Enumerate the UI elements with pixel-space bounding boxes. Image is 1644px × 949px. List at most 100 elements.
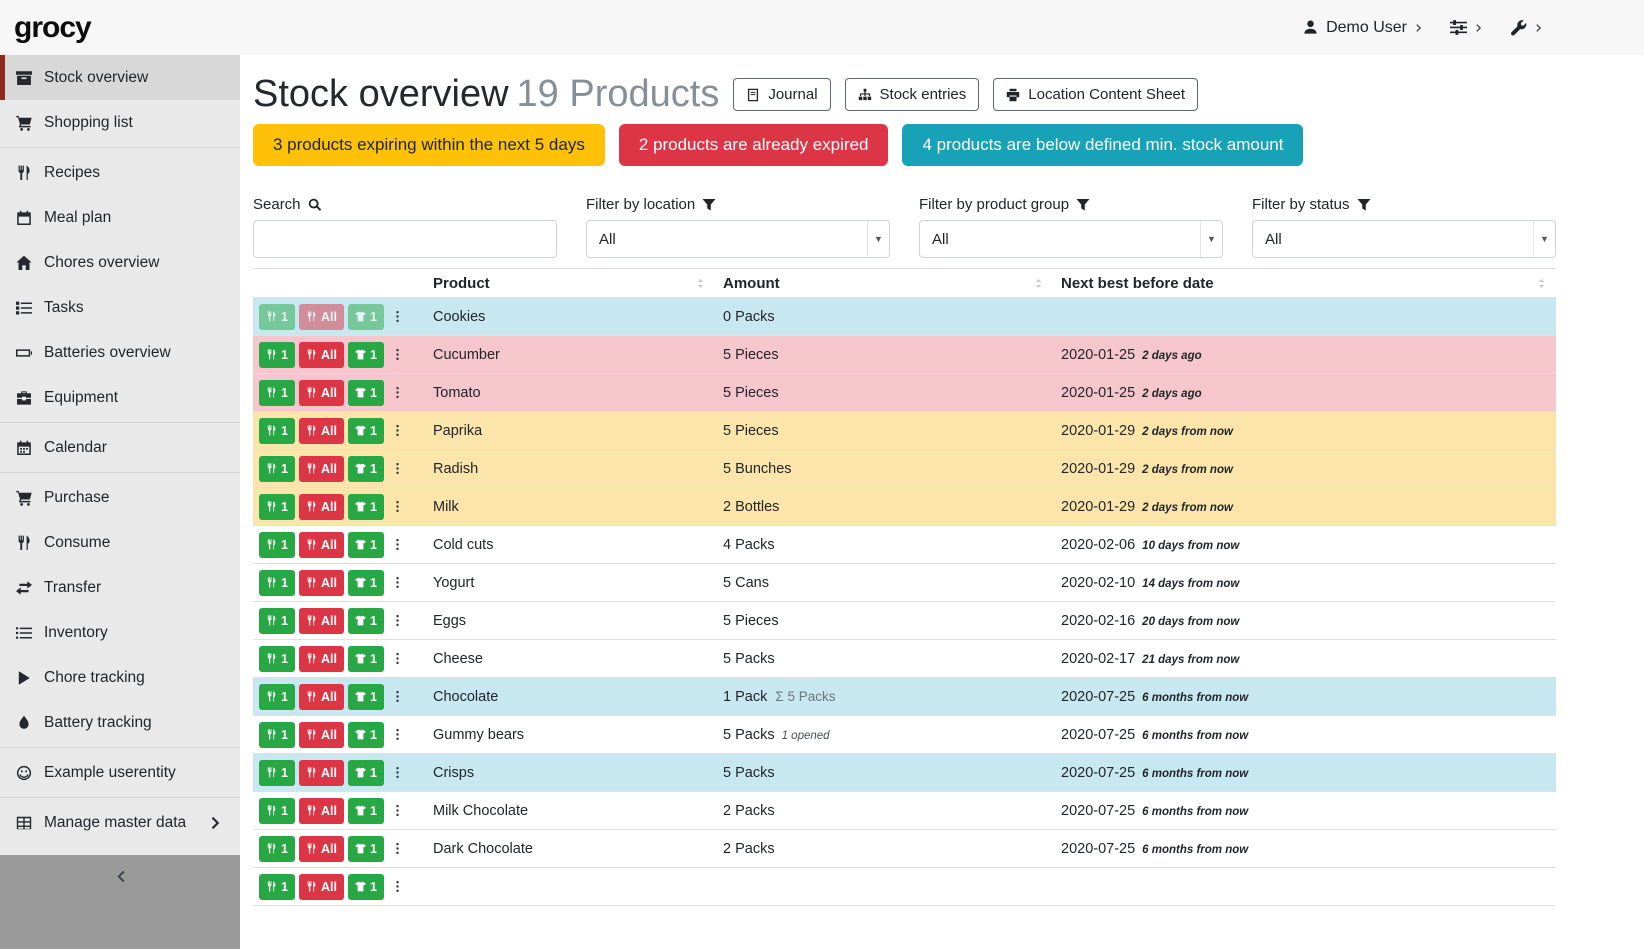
sidebar-item-tasks[interactable]: Tasks: [0, 285, 240, 330]
admin-menu[interactable]: [1510, 19, 1544, 36]
column-header-amount[interactable]: Amount: [715, 273, 1053, 294]
consume-all-button[interactable]: All: [299, 608, 344, 634]
sidebar-item-stock-overview[interactable]: Stock overview: [0, 55, 240, 100]
filter-by-status-select[interactable]: All ▼: [1252, 220, 1556, 258]
row-menu-button[interactable]: [388, 570, 407, 596]
open-one-button[interactable]: 1: [348, 342, 384, 368]
open-one-button[interactable]: 1: [348, 532, 384, 558]
sidebar-item-chore-tracking[interactable]: Chore tracking: [0, 655, 240, 700]
row-menu-button[interactable]: [388, 874, 407, 900]
consume-all-button[interactable]: All: [299, 570, 344, 596]
consume-one-button[interactable]: 1: [259, 570, 295, 596]
row-menu-button[interactable]: [388, 722, 407, 748]
open-one-button[interactable]: 1: [348, 722, 384, 748]
row-menu-button[interactable]: [388, 418, 407, 444]
open-one-button[interactable]: 1: [348, 798, 384, 824]
search-input[interactable]: [253, 220, 557, 258]
stock-entries-button[interactable]: Stock entries: [845, 78, 980, 111]
row-menu-button[interactable]: [388, 532, 407, 558]
consume-all-button[interactable]: All: [299, 304, 344, 330]
consume-one-button[interactable]: 1: [259, 646, 295, 672]
consume-one-button[interactable]: 1: [259, 608, 295, 634]
column-header-product[interactable]: Product: [425, 273, 715, 294]
consume-all-button[interactable]: All: [299, 836, 344, 862]
consume-one-button[interactable]: 1: [259, 760, 295, 786]
sidebar-item-inventory[interactable]: Inventory: [0, 610, 240, 655]
sidebar-item-equipment[interactable]: Equipment: [0, 375, 240, 420]
consume-all-button[interactable]: All: [299, 532, 344, 558]
sidebar-item-manage-master-data[interactable]: Manage master data: [0, 800, 240, 845]
consume-one-button[interactable]: 1: [259, 722, 295, 748]
sidebar-collapse-button[interactable]: [0, 855, 240, 949]
journal-button[interactable]: Journal: [733, 78, 830, 111]
consume-all-button[interactable]: All: [299, 456, 344, 482]
open-one-button[interactable]: 1: [348, 304, 384, 330]
open-one-button[interactable]: 1: [348, 684, 384, 710]
open-one-button[interactable]: 1: [348, 570, 384, 596]
open-one-button[interactable]: 1: [348, 380, 384, 406]
consume-one-button[interactable]: 1: [259, 684, 295, 710]
consume-one-button[interactable]: 1: [259, 418, 295, 444]
sidebar-item-transfer[interactable]: Transfer: [0, 565, 240, 610]
sidebar-item-calendar[interactable]: Calendar: [0, 425, 240, 470]
consume-one-button[interactable]: 1: [259, 798, 295, 824]
sidebar-item-shopping-list[interactable]: Shopping list: [0, 100, 240, 145]
consume-one-button[interactable]: 1: [259, 342, 295, 368]
row-menu-button[interactable]: [388, 684, 407, 710]
consume-all-button[interactable]: All: [299, 494, 344, 520]
consume-one-button[interactable]: 1: [259, 532, 295, 558]
banner-info[interactable]: 4 products are below defined min. stock …: [902, 124, 1303, 166]
row-menu-button[interactable]: [388, 608, 407, 634]
banner-warning[interactable]: 3 products expiring within the next 5 da…: [253, 124, 605, 166]
sidebar-item-purchase[interactable]: Purchase: [0, 475, 240, 520]
consume-all-button[interactable]: All: [299, 798, 344, 824]
sidebar-item-meal-plan[interactable]: Meal plan: [0, 195, 240, 240]
consume-all-button[interactable]: All: [299, 760, 344, 786]
open-one-button[interactable]: 1: [348, 608, 384, 634]
row-menu-button[interactable]: [388, 342, 407, 368]
row-menu-button[interactable]: [388, 304, 407, 330]
consume-all-button[interactable]: All: [299, 874, 344, 900]
sidebar-item-consume[interactable]: Consume: [0, 520, 240, 565]
sidebar-item-batteries-overview[interactable]: Batteries overview: [0, 330, 240, 375]
consume-one-button[interactable]: 1: [259, 836, 295, 862]
date-note: 14 days from now: [1142, 578, 1239, 590]
consume-all-button[interactable]: All: [299, 380, 344, 406]
open-one-button[interactable]: 1: [348, 494, 384, 520]
consume-one-button[interactable]: 1: [259, 874, 295, 900]
sidebar-item-recipes[interactable]: Recipes: [0, 150, 240, 195]
consume-all-button[interactable]: All: [299, 646, 344, 672]
location-content-sheet-button[interactable]: Location Content Sheet: [993, 78, 1198, 111]
filter-by-location-select[interactable]: All ▼: [586, 220, 890, 258]
open-one-button[interactable]: 1: [348, 874, 384, 900]
row-menu-button[interactable]: [388, 798, 407, 824]
sidebar-item-example-userentity[interactable]: Example userentity: [0, 750, 240, 795]
user-menu[interactable]: Demo User: [1302, 19, 1424, 37]
open-one-button[interactable]: 1: [348, 418, 384, 444]
row-menu-button[interactable]: [388, 456, 407, 482]
open-one-button[interactable]: 1: [348, 646, 384, 672]
open-one-button[interactable]: 1: [348, 760, 384, 786]
consume-all-button[interactable]: All: [299, 418, 344, 444]
row-menu-button[interactable]: [388, 380, 407, 406]
sidebar-item-battery-tracking[interactable]: Battery tracking: [0, 700, 240, 745]
grocy-logo[interactable]: grocy: [14, 11, 91, 45]
consume-one-button[interactable]: 1: [259, 380, 295, 406]
filter-by-product-group-select[interactable]: All ▼: [919, 220, 1223, 258]
consume-one-button[interactable]: 1: [259, 494, 295, 520]
settings-menu[interactable]: [1450, 19, 1484, 36]
consume-all-button[interactable]: All: [299, 722, 344, 748]
consume-one-button[interactable]: 1: [259, 304, 295, 330]
row-menu-button[interactable]: [388, 760, 407, 786]
sidebar-item-chores-overview[interactable]: Chores overview: [0, 240, 240, 285]
banner-danger[interactable]: 2 products are already expired: [619, 124, 889, 166]
open-one-button[interactable]: 1: [348, 836, 384, 862]
consume-all-button[interactable]: All: [299, 684, 344, 710]
row-menu-button[interactable]: [388, 494, 407, 520]
row-menu-button[interactable]: [388, 836, 407, 862]
consume-all-button[interactable]: All: [299, 342, 344, 368]
consume-one-button[interactable]: 1: [259, 456, 295, 482]
row-menu-button[interactable]: [388, 646, 407, 672]
open-one-button[interactable]: 1: [348, 456, 384, 482]
column-header-next-best-before-date[interactable]: Next best before date: [1053, 273, 1556, 294]
